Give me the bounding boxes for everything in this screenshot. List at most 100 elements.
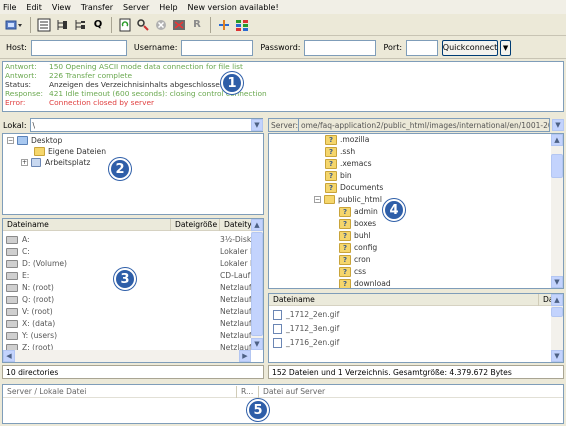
scroll-down-icon[interactable]: ▼ [551, 276, 563, 288]
tree-item[interactable]: ? Documents [325, 182, 383, 193]
gif-file-icon [273, 309, 282, 320]
remote-path-input[interactable]: ome/faq-application2/public_html/images/… [298, 118, 550, 132]
remote-path-dropdown[interactable]: ▼ [552, 119, 564, 131]
quickconnect-history-dropdown[interactable]: ▼ [500, 39, 512, 56]
tree-item[interactable]: ? .mozilla [325, 134, 369, 145]
tree-item-desktop[interactable]: − Desktop [7, 135, 62, 146]
scroll-up-icon[interactable]: ▲ [251, 219, 263, 231]
expand-icon[interactable]: + [21, 159, 28, 166]
list-item[interactable]: A: 3½-Disk [6, 234, 251, 245]
list-item[interactable]: _1712_3en.gif [273, 323, 339, 334]
menu-edit[interactable]: Edit [26, 3, 42, 12]
port-label: Port: [383, 43, 403, 52]
column-remote-file[interactable]: Datei auf Server [259, 386, 459, 398]
list-item[interactable]: _1716_2en.gif [273, 337, 339, 348]
scroll-thumb[interactable] [551, 307, 563, 317]
password-input[interactable] [304, 39, 377, 56]
tree-item[interactable]: ? .xemacs [325, 158, 372, 169]
toggle-remote-tree-icon[interactable] [72, 17, 88, 33]
log-text: 226 Transfer complete [49, 71, 133, 80]
compare-icon[interactable] [234, 17, 250, 33]
menu-file[interactable]: File [3, 3, 16, 12]
message-log[interactable]: Antwort: 150 Opening ASCII mode data conn… [2, 61, 564, 112]
tree-item[interactable]: ? cron [339, 254, 371, 265]
tree-item-label: Arbeitsplatz [45, 158, 91, 167]
tree-item[interactable]: ? download [339, 278, 391, 288]
scroll-left-icon[interactable]: ◀ [3, 350, 15, 362]
column-filesize[interactable]: Dateigröße [171, 219, 220, 231]
scroll-right-icon[interactable]: ▶ [239, 350, 251, 362]
scroll-up-icon[interactable]: ▲ [551, 294, 563, 306]
column-server-local-file[interactable]: Server / Lokale Datei [3, 385, 237, 398]
local-path-dropdown[interactable]: ▼ [251, 119, 263, 131]
column-filetype[interactable]: Dateityp [220, 219, 251, 231]
list-item[interactable]: V: (root) Netzlauf [6, 306, 252, 317]
menu-transfer[interactable]: Transfer [81, 3, 113, 12]
toggle-log-icon[interactable] [36, 17, 52, 33]
toggle-local-tree-icon[interactable] [54, 17, 70, 33]
transfer-queue[interactable]: Server / Lokale Datei R... Datei auf Ser… [2, 384, 564, 424]
remote-file-list[interactable]: Dateiname Da _1712_2en.gif _1712_3en.gif… [268, 293, 564, 363]
host-input[interactable] [30, 39, 127, 56]
unknown-folder-icon: ? [339, 242, 351, 253]
username-input[interactable] [181, 39, 254, 56]
file-name: A: [22, 235, 30, 244]
local-path-input[interactable]: \ [29, 118, 263, 132]
scroll-up-icon[interactable]: ▲ [551, 134, 563, 146]
column-direction[interactable]: R... [237, 385, 259, 398]
menu-server[interactable]: Server [123, 3, 149, 12]
local-tree[interactable]: − Desktop Eigene Dateien + Arbeitsplatz [2, 133, 264, 215]
scroll-down-icon[interactable]: ▼ [551, 350, 563, 362]
cd-drive-icon [6, 271, 18, 280]
callout-badge-2: 2 [109, 158, 131, 180]
toggle-queue-icon[interactable]: Q [90, 17, 106, 33]
collapse-icon[interactable]: − [314, 196, 321, 203]
list-item[interactable]: Y: (users) Netzlauf [6, 330, 252, 341]
list-item[interactable]: D: (Volume) Lokaler D [6, 258, 256, 269]
local-list-scrollbar[interactable]: ▲ ▼ [251, 219, 263, 350]
column-date[interactable]: Da [539, 294, 551, 306]
tree-item[interactable]: ? .ssh [325, 146, 355, 157]
reconnect-icon[interactable]: R [189, 17, 205, 33]
column-filename[interactable]: Dateiname [3, 219, 171, 231]
list-item[interactable]: C: Lokaler D [6, 246, 256, 257]
scroll-down-icon[interactable]: ▼ [251, 338, 263, 350]
column-filename[interactable]: Dateiname [269, 294, 539, 306]
filter-icon[interactable] [216, 17, 232, 33]
toolbar: Q R [0, 14, 566, 36]
tree-item-eigene-dateien[interactable]: Eigene Dateien [34, 146, 106, 157]
remote-tree[interactable]: ? .mozilla ? .ssh ? .xemacs ? bin ? Documents… [268, 133, 564, 289]
refresh-icon[interactable] [117, 17, 133, 33]
scroll-thumb[interactable] [251, 232, 263, 336]
password-label: Password: [260, 43, 301, 52]
local-list-hscrollbar[interactable]: ◀ ▶ [3, 350, 251, 362]
scroll-thumb[interactable] [551, 154, 563, 178]
tree-item[interactable]: ? buhl [339, 230, 371, 241]
port-input[interactable] [406, 39, 439, 56]
list-item[interactable]: Q: (root) Netzlauf [6, 294, 252, 305]
tree-item[interactable]: ? config [339, 242, 377, 253]
remote-tree-scrollbar[interactable]: ▲ ▼ [551, 134, 563, 288]
menu-view[interactable]: View [52, 3, 71, 12]
tree-item[interactable]: ? css [339, 266, 366, 277]
tree-item[interactable]: ? boxes [339, 218, 376, 229]
collapse-icon[interactable]: − [7, 137, 14, 144]
tree-item-public-html[interactable]: − public_html [314, 194, 382, 205]
menu-help[interactable]: Help [159, 3, 177, 12]
tree-item[interactable]: ? admin [339, 206, 378, 217]
local-file-list[interactable]: Dateiname Dateigröße Dateityp A:3½-Disk … [2, 218, 264, 363]
menu-new-version[interactable]: New version available! [188, 3, 279, 12]
quickconnect-button[interactable]: Quickconnect [442, 39, 499, 56]
list-item[interactable]: X: (data) Netzlauf [6, 318, 252, 329]
site-manager-icon[interactable] [3, 17, 25, 33]
tree-item-label: config [354, 243, 378, 252]
tree-item[interactable]: ? bin [325, 170, 352, 181]
remote-list-scrollbar[interactable]: ▲ ▼ [551, 294, 563, 362]
file-name: _1712_2en.gif [286, 310, 340, 319]
process-queue-icon[interactable] [135, 17, 151, 33]
disconnect-icon[interactable] [171, 17, 187, 33]
tree-item-arbeitsplatz[interactable]: + Arbeitsplatz [21, 157, 90, 168]
list-item[interactable]: _1712_2en.gif [273, 309, 339, 320]
tree-item-label: .ssh [340, 147, 356, 156]
cancel-icon[interactable] [153, 17, 169, 33]
